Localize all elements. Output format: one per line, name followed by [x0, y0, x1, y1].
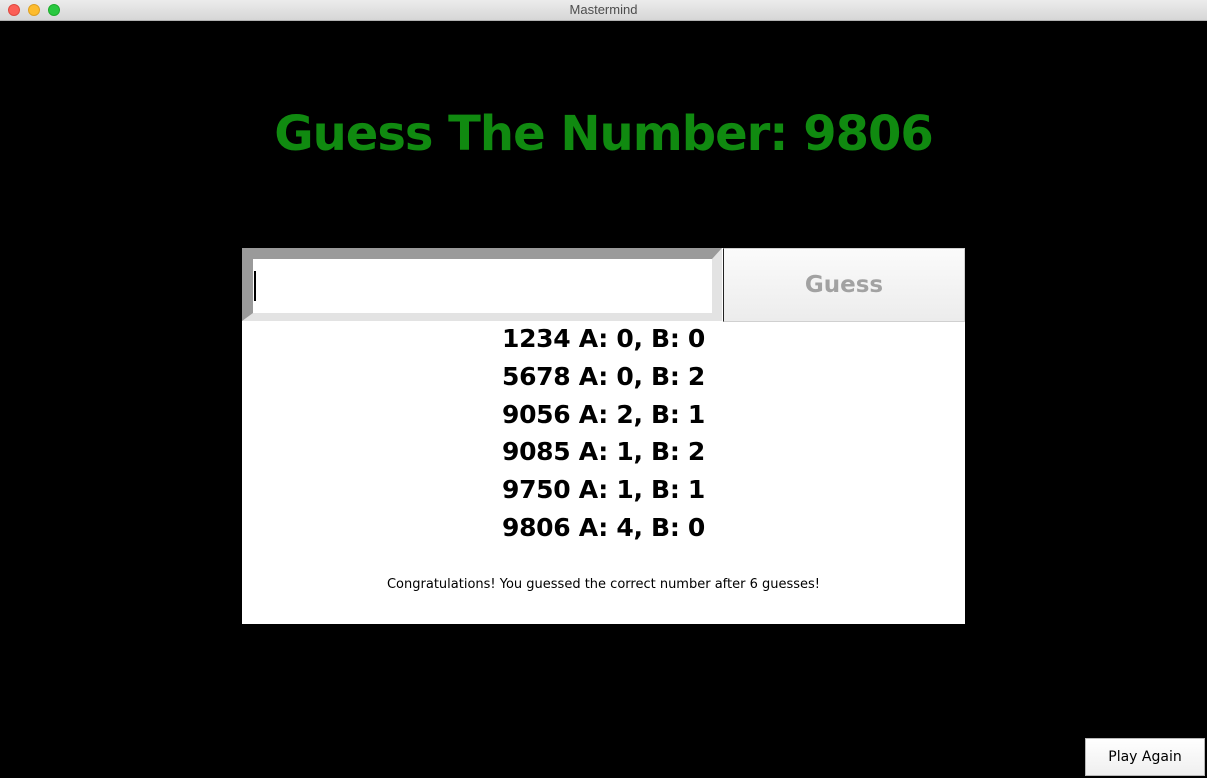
play-again-button[interactable]: Play Again	[1085, 738, 1205, 776]
result-message: Congratulations! You guessed the correct…	[386, 577, 821, 592]
history-item: 9750 A: 1, B: 1	[501, 475, 706, 505]
history-item: 9806 A: 4, B: 0	[501, 512, 706, 542]
guess-input[interactable]	[253, 259, 712, 313]
guess-history-list: 1234 A: 0, B: 0 5678 A: 0, B: 2 9056 A: …	[242, 320, 965, 547]
guess-button[interactable]: Guess	[723, 248, 965, 322]
guess-input-frame	[242, 248, 722, 321]
title-bar: Mastermind	[0, 0, 1207, 21]
history-item: 9056 A: 2, B: 1	[501, 399, 706, 429]
text-caret	[254, 271, 256, 301]
history-item: 5678 A: 0, B: 2	[501, 361, 706, 391]
history-item: 9085 A: 1, B: 2	[501, 437, 706, 467]
history-item: 1234 A: 0, B: 0	[501, 324, 706, 353]
page-title: Guess The Number: 9806	[274, 106, 934, 162]
window-title: Mastermind	[569, 2, 638, 17]
game-panel: Guess 1234 A: 0, B: 0 5678 A: 0, B: 2 90…	[242, 248, 965, 624]
